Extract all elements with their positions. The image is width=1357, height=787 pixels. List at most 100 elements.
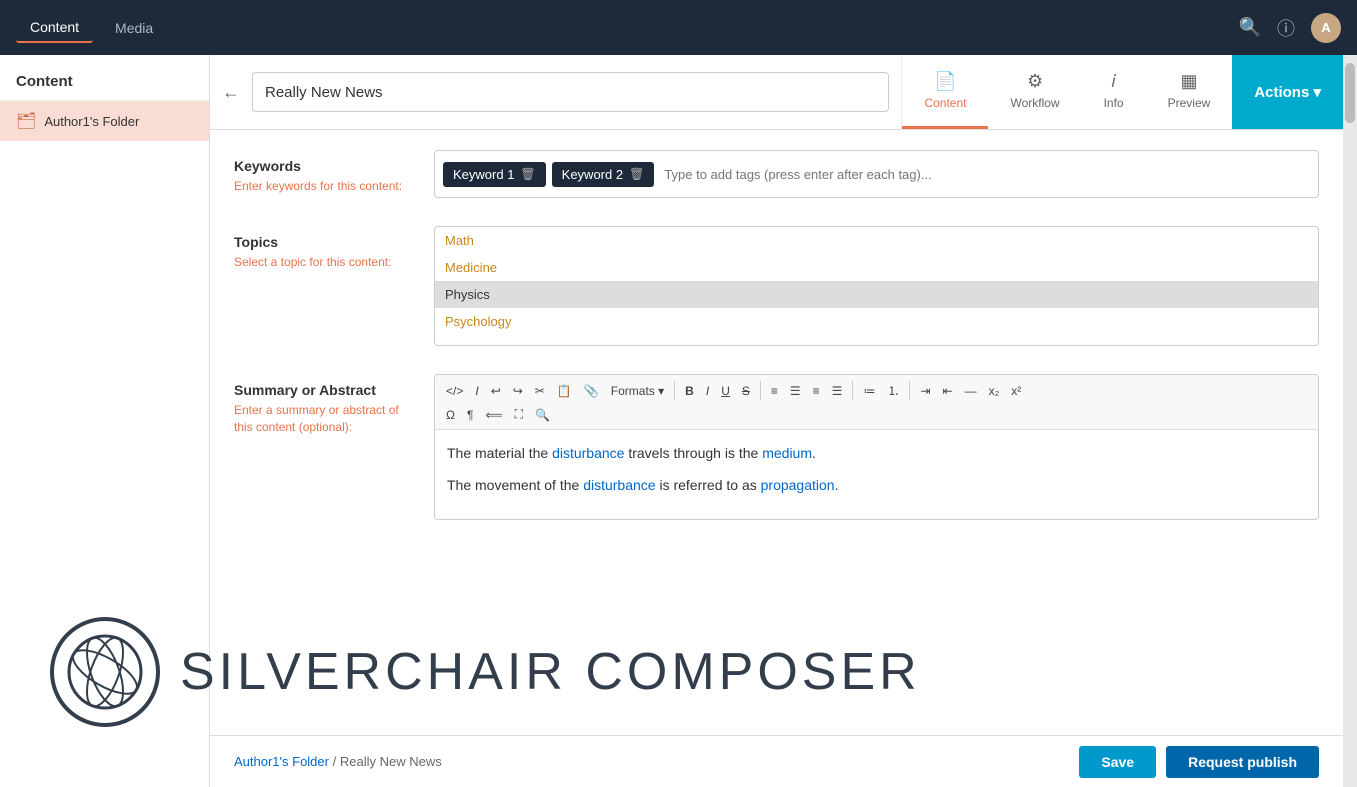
rte-underline-btn[interactable]: U	[716, 379, 735, 402]
sidebar-item-folder[interactable]: 🗂 Author1's Folder	[0, 101, 209, 141]
content-topbar: ← 📄 Content ⚙ Workflow 𝑖 Info ▦ Preview	[210, 55, 1343, 130]
workflow-tab-icon: ⚙	[1027, 71, 1043, 92]
keyword-1-text: Keyword 1	[453, 167, 514, 182]
breadcrumb-item: Really New News	[340, 754, 442, 769]
topics-row: Topics Select a topic for this content: …	[234, 226, 1319, 346]
rte-strike-btn[interactable]: S	[737, 379, 755, 402]
request-publish-button[interactable]: Request publish	[1166, 746, 1319, 778]
rte-sub-btn[interactable]: x₂	[984, 379, 1005, 402]
rte-rtl-btn[interactable]: ⟸	[480, 404, 507, 425]
rte-undo-btn[interactable]: ↩	[486, 379, 506, 402]
rte-formats-btn[interactable]: Formats ▾	[606, 379, 669, 402]
rte-fullscreen-btn[interactable]: ⛶	[510, 404, 528, 425]
summary-sublabel: Enter a summary or abstract of this cont…	[234, 402, 414, 436]
scrollbar-thumb[interactable]	[1345, 63, 1355, 123]
rte-sup-btn[interactable]: x²	[1006, 379, 1026, 402]
rte-cut-btn[interactable]: ✂	[530, 379, 550, 402]
tab-group: 📄 Content ⚙ Workflow 𝑖 Info ▦ Preview Ac…	[901, 55, 1343, 129]
rte-indent-btn[interactable]: ⇥	[915, 379, 935, 402]
rich-text-editor: </> I ↩ ↪ ✂ 📋 📎 Formats ▾ B I	[434, 374, 1319, 520]
rte-link-disturbance2: disturbance	[583, 477, 655, 493]
rte-align-right-btn[interactable]: ≡	[808, 379, 825, 402]
rte-paste-btn[interactable]: 📎	[579, 379, 604, 402]
topics-label: Topics	[234, 234, 414, 250]
summary-label: Summary or Abstract	[234, 382, 414, 398]
rte-ul-btn[interactable]: ≔	[858, 379, 880, 402]
info-tab-icon: 𝑖	[1111, 71, 1116, 92]
breadcrumb-folder-link[interactable]: Author1's Folder	[234, 754, 329, 769]
back-button[interactable]: ←	[210, 55, 252, 129]
topics-list[interactable]: Math Medicine Physics Psychology	[434, 226, 1319, 346]
rte-align-left-btn[interactable]: ≡	[766, 379, 783, 402]
breadcrumb-separator: /	[333, 754, 340, 769]
rte-italic-btn[interactable]: I	[470, 379, 483, 402]
keyword-2-text: Keyword 2	[562, 167, 623, 182]
bottom-bar: Author1's Folder / Really New News Save …	[210, 735, 1343, 787]
keyword-1-delete[interactable]: 🗑	[520, 167, 535, 181]
rte-toolbar-row-2: Ω ¶ ⟸ ⛶ 🔍	[441, 404, 1312, 425]
rte-align-center-btn[interactable]: ☰	[785, 379, 806, 402]
topic-psychology[interactable]: Psychology	[435, 308, 1318, 335]
rte-sep-3	[852, 381, 853, 400]
summary-label-col: Summary or Abstract Enter a summary or a…	[234, 374, 414, 436]
topics-control: Math Medicine Physics Psychology	[434, 226, 1319, 346]
keywords-label-col: Keywords Enter keywords for this content…	[234, 150, 414, 195]
topic-medicine[interactable]: Medicine	[435, 254, 1318, 281]
rte-para-2: The movement of the disturbance is refer…	[447, 474, 1306, 496]
tab-content-label: Content	[924, 96, 966, 110]
topic-math[interactable]: Math	[435, 227, 1318, 254]
bottom-actions: Save Request publish	[1079, 746, 1319, 778]
content-tab-icon: 📄	[934, 71, 956, 92]
sidebar-folder-label: Author1's Folder	[44, 114, 139, 129]
title-input[interactable]	[252, 72, 889, 112]
folder-icon: 🗂	[16, 111, 36, 131]
nav-right: 🔍 ⓘ A	[1239, 13, 1341, 43]
nav-content[interactable]: Content	[16, 13, 93, 43]
rte-copy-btn[interactable]: 📋	[552, 379, 577, 402]
help-icon[interactable]: ⓘ	[1277, 15, 1295, 41]
keywords-container[interactable]: Keyword 1 🗑 Keyword 2 🗑	[434, 150, 1319, 198]
nav-left: Content Media	[16, 13, 167, 43]
sidebar: Content 🗂 Author1's Folder	[0, 55, 210, 787]
sidebar-header: Content	[0, 63, 209, 101]
rte-hr-btn[interactable]: —	[960, 379, 982, 402]
top-navigation: Content Media 🔍 ⓘ A	[0, 0, 1357, 55]
rte-code-btn[interactable]: </>	[441, 379, 468, 402]
rte-toolbar-row-1: </> I ↩ ↪ ✂ 📋 📎 Formats ▾ B I	[441, 379, 1312, 402]
rte-ol-btn[interactable]: ⒈	[882, 379, 904, 402]
rte-outdent-btn[interactable]: ⇤	[938, 379, 958, 402]
rte-redo-btn[interactable]: ↪	[508, 379, 528, 402]
keywords-input[interactable]	[660, 163, 1310, 186]
actions-button[interactable]: Actions ▾	[1232, 55, 1343, 129]
nav-media[interactable]: Media	[101, 14, 167, 42]
rte-toolbar: </> I ↩ ↪ ✂ 📋 📎 Formats ▾ B I	[435, 375, 1318, 430]
keywords-row: Keywords Enter keywords for this content…	[234, 150, 1319, 198]
keyword-2-delete[interactable]: 🗑	[629, 167, 644, 181]
search-icon[interactable]: 🔍	[1239, 17, 1261, 38]
tab-preview[interactable]: ▦ Preview	[1146, 55, 1233, 129]
rte-help-btn[interactable]: 🔍	[530, 404, 555, 425]
keyword-tag-2[interactable]: Keyword 2 🗑	[552, 162, 655, 187]
breadcrumb: Author1's Folder / Really New News	[234, 754, 442, 769]
rte-bold-btn[interactable]: B	[680, 379, 699, 402]
tab-workflow[interactable]: ⚙ Workflow	[988, 55, 1081, 129]
rte-italic2-btn[interactable]: I	[701, 379, 714, 402]
topic-physics[interactable]: Physics	[435, 281, 1318, 308]
topics-label-col: Topics Select a topic for this content:	[234, 226, 414, 271]
summary-row: Summary or Abstract Enter a summary or a…	[234, 374, 1319, 520]
rte-sep-4	[909, 381, 910, 400]
rte-para-btn[interactable]: ¶	[462, 404, 478, 425]
keyword-tag-1[interactable]: Keyword 1 🗑	[443, 162, 546, 187]
rte-special-btn[interactable]: Ω	[441, 404, 460, 425]
user-avatar[interactable]: A	[1311, 13, 1341, 43]
save-button[interactable]: Save	[1079, 746, 1156, 778]
scrollbar-track[interactable]	[1343, 55, 1357, 787]
tab-preview-label: Preview	[1168, 96, 1211, 110]
rte-link-medium: medium	[762, 445, 812, 461]
tab-info[interactable]: 𝑖 Info	[1082, 55, 1146, 129]
tab-workflow-label: Workflow	[1010, 96, 1059, 110]
rte-align-justify-btn[interactable]: ☰	[827, 379, 848, 402]
preview-tab-icon: ▦	[1180, 71, 1197, 92]
rte-content[interactable]: The material the disturbance travels thr…	[435, 430, 1318, 519]
tab-content[interactable]: 📄 Content	[902, 55, 988, 129]
